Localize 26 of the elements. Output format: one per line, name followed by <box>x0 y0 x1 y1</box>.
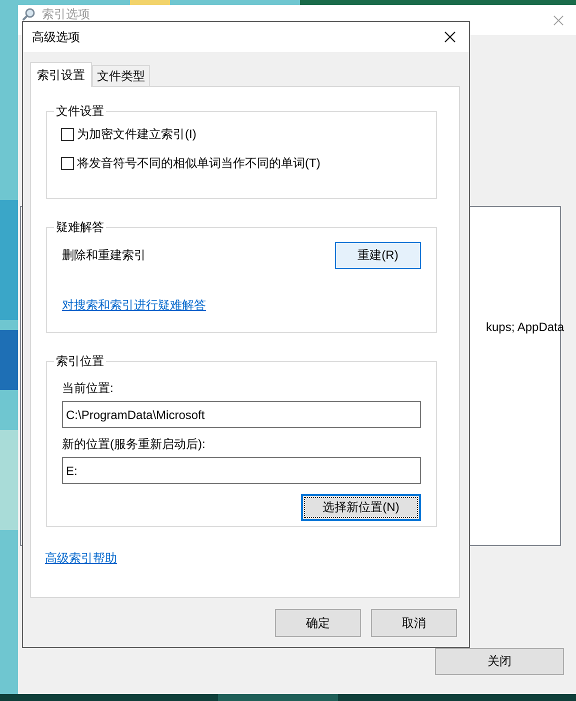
current-location-field[interactable]: C:\ProgramData\Microsoft <box>62 401 421 428</box>
group-title: 文件设置 <box>55 103 105 120</box>
rebuild-button[interactable]: 重建(R) <box>335 242 421 269</box>
select-location-button[interactable]: 选择新位置(N) <box>301 494 421 521</box>
group-title: 索引位置 <box>55 353 105 370</box>
close-button[interactable]: 关闭 <box>435 648 564 675</box>
field-label: 当前位置: <box>62 380 114 397</box>
dialog-button[interactable]: 确定 <box>275 609 361 637</box>
field-label: 新的位置(服务重新启动后): <box>62 436 206 453</box>
group-title: 疑难解答 <box>55 219 105 236</box>
checkbox[interactable] <box>61 128 74 141</box>
checkbox-label[interactable]: 为加密文件建立索引(I) <box>77 126 196 143</box>
tab[interactable]: 索引设置 <box>30 62 92 87</box>
rebuild-label: 删除和重建索引 <box>62 247 146 264</box>
checkbox[interactable] <box>61 157 74 170</box>
troubleshoot-link[interactable]: 对搜索和索引进行疑难解答 <box>62 297 206 314</box>
dialog-title: 高级选项 <box>32 28 80 46</box>
window-title: 索引选项 <box>42 7 90 21</box>
close-icon[interactable] <box>444 31 456 43</box>
tab[interactable]: 文件类型 <box>92 65 150 86</box>
checkbox-label[interactable]: 将发音符号不同的相似单词当作不同的单词(T) <box>77 155 320 172</box>
help-link[interactable]: 高级索引帮助 <box>45 550 117 567</box>
list-item[interactable]: kups; AppData <box>486 320 564 334</box>
new-location-field[interactable]: E: <box>62 457 421 484</box>
dialog-button[interactable]: 取消 <box>371 609 457 637</box>
magnifier-icon <box>22 7 36 21</box>
